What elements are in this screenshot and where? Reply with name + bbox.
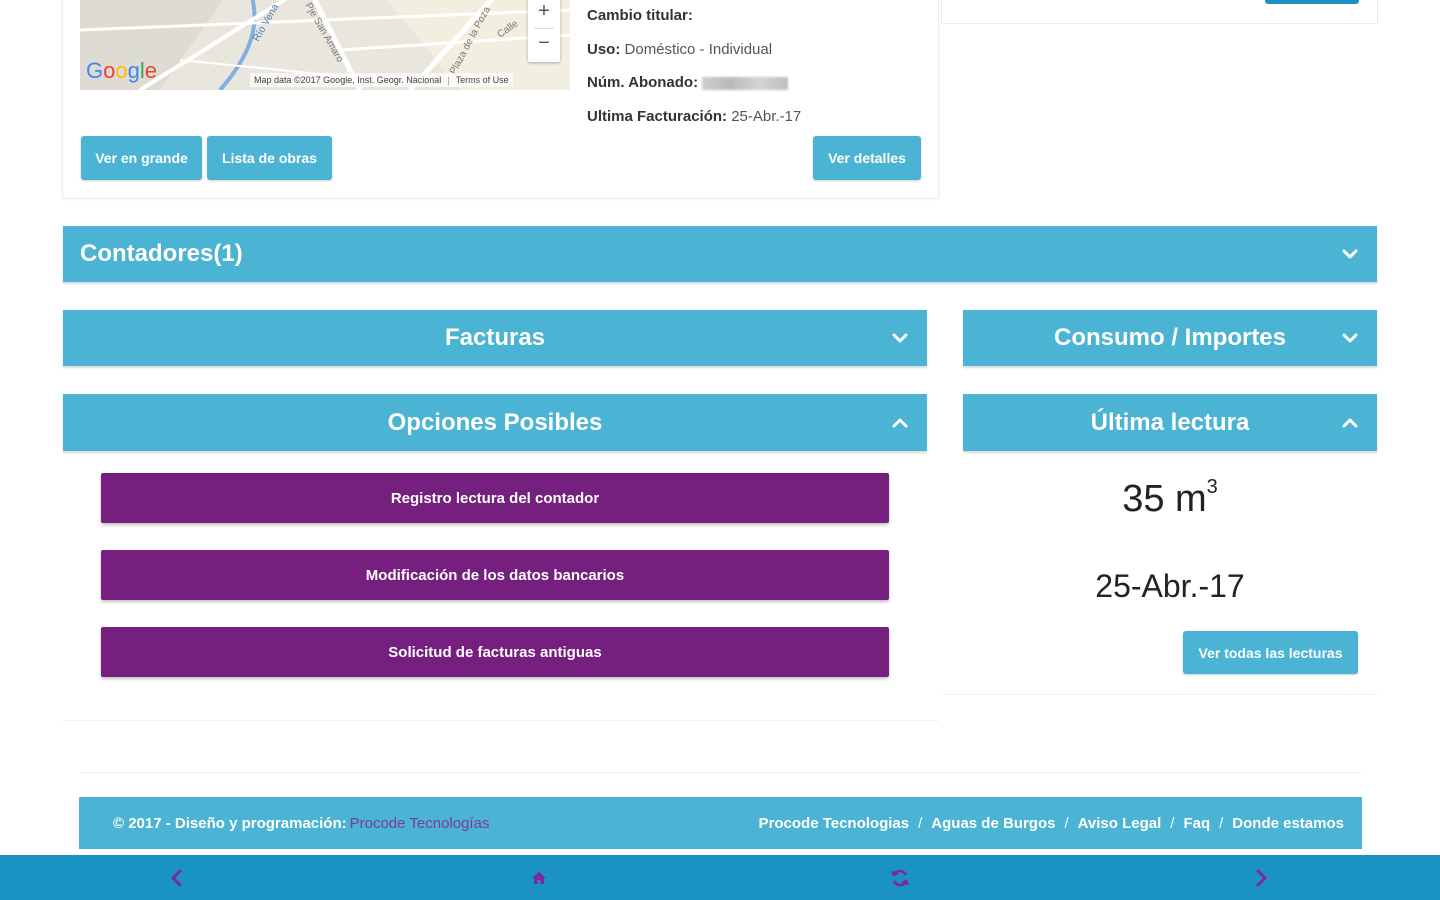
abonado-label: Núm. Abonado:: [587, 74, 699, 91]
cambio-titular-label: Cambio titular:: [587, 7, 693, 24]
opciones-panel-header[interactable]: Opciones Posibles: [63, 394, 927, 451]
footer-link-faq[interactable]: Faq: [1183, 815, 1210, 832]
ver-detalles-button[interactable]: Ver detalles: [813, 136, 921, 180]
chevron-up-icon: [892, 418, 908, 427]
side-card-tab[interactable]: [1265, 0, 1359, 4]
terms-link[interactable]: Terms of Use: [456, 75, 509, 85]
map-zoom-control: + −: [528, 0, 560, 62]
ultima-lectura-title: Última lectura: [1090, 408, 1250, 436]
map-data-text: Map data ©2017 Google, Inst. Geogr. Naci…: [254, 75, 442, 85]
chevron-down-icon: [892, 333, 908, 343]
uso-label: Uso:: [587, 41, 621, 58]
info-uso: Uso: Doméstico - Individual: [587, 41, 772, 58]
footer-link-aviso-legal[interactable]: Aviso Legal: [1078, 815, 1162, 832]
chevron-down-icon: [1342, 249, 1358, 259]
chevron-down-icon: [1342, 333, 1358, 343]
lista-de-obras-button[interactable]: Lista de obras: [207, 136, 332, 180]
bottom-navbar: [0, 855, 1440, 900]
abonado-value-redacted: [702, 76, 789, 90]
contadores-title: Contadores(1): [80, 240, 243, 267]
refresh-button[interactable]: [880, 855, 920, 900]
google-logo: Google: [86, 58, 158, 83]
home-button[interactable]: [519, 855, 559, 900]
reading-number: 35 m: [1122, 478, 1207, 520]
chevron-left-icon: [171, 869, 182, 886]
ultima-lectura-panel-header[interactable]: Última lectura: [963, 394, 1377, 451]
copyright-text: © 2017 - Diseño y programación:: [113, 814, 347, 832]
footer: © 2017 - Diseño y programación: Procode …: [79, 797, 1362, 849]
consumo-title: Consumo / Importes: [1053, 324, 1287, 351]
reading-value: 35 m3: [963, 476, 1377, 521]
registro-lectura-button[interactable]: Registro lectura del contador: [101, 473, 889, 523]
home-icon: [532, 871, 546, 884]
contadores-panel-header[interactable]: Contadores(1): [63, 226, 1377, 282]
footer-link-aguas-burgos[interactable]: Aguas de Burgos: [931, 815, 1055, 832]
info-cambio-titular: Cambio titular:: [587, 7, 693, 24]
divider: [941, 694, 1378, 695]
consumo-panel-header[interactable]: Consumo / Importes: [963, 310, 1377, 366]
facturas-panel-header[interactable]: Facturas: [63, 310, 927, 366]
zoom-out-button[interactable]: −: [528, 28, 560, 58]
modificacion-datos-bancarios-button[interactable]: Modificación de los datos bancarios: [101, 550, 889, 600]
solicitud-facturas-button[interactable]: Solicitud de facturas antiguas: [101, 627, 889, 677]
divider: [62, 720, 939, 721]
footer-link-donde-estamos[interactable]: Donde estamos: [1232, 815, 1344, 832]
facturacion-value: 25-Abr.-17: [731, 108, 802, 125]
forward-button[interactable]: [1241, 855, 1281, 900]
info-facturacion: Ultima Facturación: 25-Abr.-17: [587, 108, 801, 125]
opciones-title: Opciones Posibles: [387, 408, 603, 436]
divider: [80, 772, 1362, 773]
footer-links: Procode Tecnologias / Aguas de Burgos / Av…: [758, 814, 1344, 832]
back-button[interactable]: [157, 855, 197, 900]
procode-link[interactable]: Procode Tecnologías: [350, 815, 490, 832]
uso-value: Doméstico - Individual: [624, 41, 773, 58]
reading-unit-exponent: 3: [1206, 476, 1218, 498]
footer-copyright: © 2017 - Diseño y programación: Procode …: [113, 797, 489, 849]
map-attribution: Map data ©2017 Google, Inst. Geogr. Naci…: [250, 73, 513, 87]
chevron-right-icon: [1256, 869, 1267, 886]
chevron-up-icon: [1342, 418, 1358, 427]
zoom-in-button[interactable]: +: [528, 0, 560, 26]
ver-todas-lecturas-button[interactable]: Ver todas las lecturas: [1183, 631, 1358, 674]
refresh-icon: [890, 869, 910, 886]
facturacion-label: Ultima Facturación:: [587, 108, 728, 125]
side-card: [941, 0, 1378, 24]
reading-date: 25-Abr.-17: [1095, 568, 1245, 604]
ver-en-grande-button[interactable]: Ver en grande: [81, 136, 202, 180]
footer-link-procode[interactable]: Procode Tecnologias: [759, 815, 910, 832]
info-abonado: Núm. Abonado:: [587, 74, 789, 91]
facturas-title: Facturas: [444, 324, 546, 351]
